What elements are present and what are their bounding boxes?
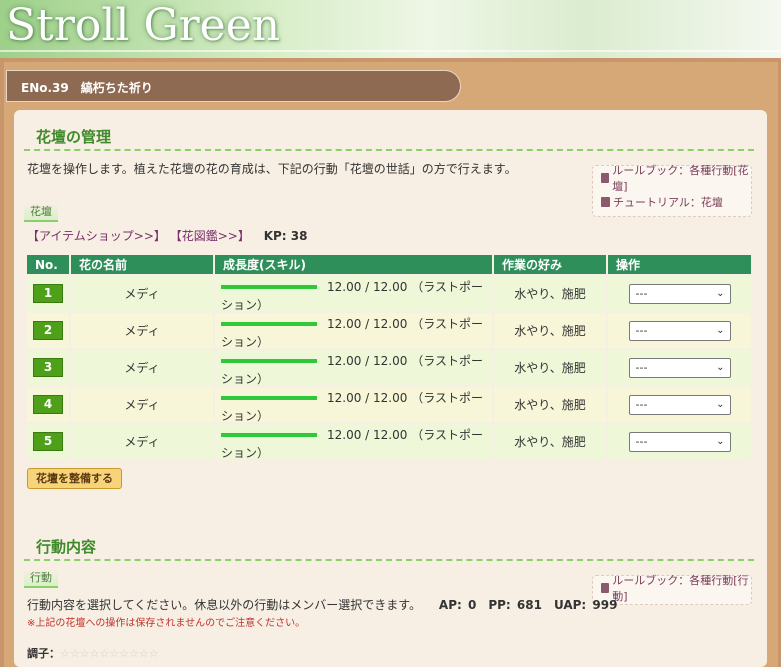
item-shop-link[interactable]: 【アイテムショップ>>】 [27,229,166,243]
condition-label: 調子： [27,647,60,660]
column-header-operation: 操作 [608,255,751,274]
book-icon [601,173,610,183]
column-header-growth: 成長度(スキル) [215,255,492,274]
flowerbed-help-box: ルールブック：各種行動[花壇] チュートリアル：花壇 [592,164,752,217]
flower-name: メディ [71,276,213,311]
rulebook-link-flowerbed-label: ルールブック：各種行動[花壇] [612,164,749,193]
bed-number-badge: 3 [33,358,63,377]
table-header-row: No. 花の名前 成長度(スキル) 作業の好み 操作 [27,255,751,274]
operation-select[interactable]: --- ⌄ [628,283,731,304]
operation-select-value: --- [635,323,648,337]
work-preference: 水やり、施肥 [494,424,606,459]
book-icon [601,583,610,593]
table-row: 2 メディ 12.00 / 12.00 （ラストポーション） 水やり、施肥 --… [27,313,751,349]
action-points: AP: 0 PP: 681 UAP: 999 [438,598,618,612]
action-description: 行動内容を選択してください。休息以外の行動はメンバー選択できます。 [27,598,422,612]
flower-name: メディ [71,424,213,459]
growth-value: 12.00 / 12.00 （ラストポーション） [221,391,483,423]
action-section-title: 行動内容 [36,538,97,556]
table-row: 1 メディ 12.00 / 12.00 （ラストポーション） 水やり、施肥 --… [27,276,751,312]
save-warning-note: ※上記の花壇への操作は保存されませんのでご注意ください。 [27,618,306,629]
flowerbed-subtab: 花壇 [24,203,58,222]
growth-value: 12.00 / 12.00 （ラストポーション） [221,428,483,460]
flowerbed-title-divider [24,149,754,151]
chevron-down-icon: ⌄ [716,435,725,447]
bed-number-badge: 2 [33,321,63,340]
bed-number-badge: 1 [33,284,63,303]
flower-encyclopedia-link[interactable]: 【花図鑑>>】 [170,229,250,243]
operation-select[interactable]: --- ⌄ [628,431,731,452]
condition-stars: ☆☆☆☆☆☆☆☆☆☆ [60,647,159,660]
table-row: 3 メディ 12.00 / 12.00 （ラストポーション） 水やり、施肥 --… [27,350,751,386]
chevron-down-icon: ⌄ [716,324,725,336]
flowerbed-description: 花壇を操作します。植えた花壇の花の育成は、下記の行動「花壇の世話」の方で行えます… [27,162,517,176]
column-header-preference: 作業の好み [494,255,606,274]
action-description-line: 行動内容を選択してください。休息以外の行動はメンバー選択できます。 AP: 0 … [27,596,617,613]
flower-name: メディ [71,313,213,348]
bed-number-badge: 4 [33,395,63,414]
flower-name: メディ [71,387,213,422]
operation-select-value: --- [635,434,648,448]
column-header-name: 花の名前 [71,255,213,274]
work-preference: 水やり、施肥 [494,387,606,422]
operation-select-value: --- [635,360,648,374]
chevron-down-icon: ⌄ [716,361,725,373]
chevron-down-icon: ⌄ [716,398,725,410]
rulebook-link-action-label: ルールブック：各種行動[行動] [612,574,749,603]
site-banner: Stroll Green [0,0,781,58]
flowerbed-links: 【アイテムショップ>>】 【花図鑑>>】 KP: 38 [27,227,307,244]
character-header: ENo.39 縞朽ちた祈り [6,70,461,102]
operation-select[interactable]: --- ⌄ [628,357,731,378]
maintain-flowerbed-button[interactable]: 花壇を整備する [27,468,122,489]
growth-value: 12.00 / 12.00 （ラストポーション） [221,317,483,349]
action-title-divider [24,559,754,561]
table-row: 4 メディ 12.00 / 12.00 （ラストポーション） 水やり、施肥 --… [27,387,751,423]
operation-select[interactable]: --- ⌄ [628,320,731,341]
table-row: 5 メディ 12.00 / 12.00 （ラストポーション） 水やり、施肥 --… [27,424,751,460]
bed-number-badge: 5 [33,432,63,451]
tutorial-link-flowerbed-label: チュートリアル：花壇 [613,196,723,209]
rulebook-link-flowerbed[interactable]: ルールブック：各種行動[花壇] [593,164,751,193]
operation-select[interactable]: --- ⌄ [628,394,731,415]
operation-select-value: --- [635,397,648,411]
action-subtab: 行動 [24,569,58,588]
site-logo: Stroll Green [6,0,281,51]
work-preference: 水やり、施肥 [494,350,606,385]
operation-select-value: --- [635,286,648,300]
flower-name: メディ [71,350,213,385]
flowerbed-section-title: 花壇の管理 [36,128,112,146]
work-preference: 水やり、施肥 [494,276,606,311]
growth-value: 12.00 / 12.00 （ラストポーション） [221,354,483,386]
condition-row: 調子：☆☆☆☆☆☆☆☆☆☆ [27,645,159,661]
growth-value: 12.00 / 12.00 （ラストポーション） [221,280,483,312]
chevron-down-icon: ⌄ [716,287,725,299]
flowerbed-table: No. 花の名前 成長度(スキル) 作業の好み 操作 1 メディ 12.00 /… [25,253,753,461]
banner-divider [0,50,781,52]
kp-value: KP: 38 [263,229,308,243]
character-name: ENo.39 縞朽ちた祈り [21,81,153,95]
column-header-no: No. [27,255,69,274]
book-icon [601,197,610,207]
work-preference: 水やり、施肥 [494,313,606,348]
